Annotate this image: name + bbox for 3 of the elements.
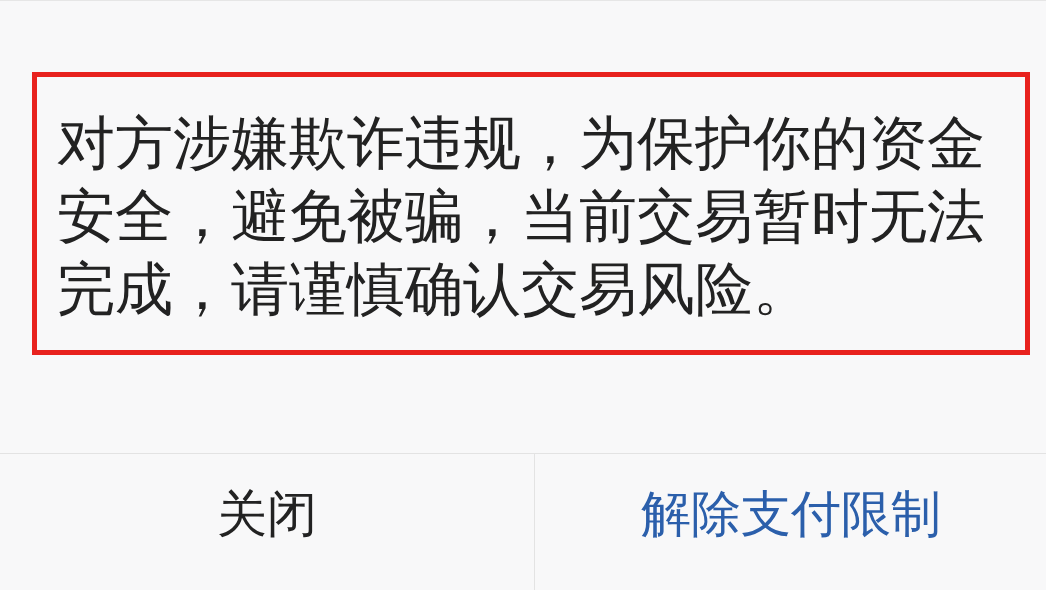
close-button[interactable]: 关闭	[0, 454, 535, 590]
warning-message: 对方涉嫌欺诈违规，为保护你的资金安全，避免被骗，当前交易暂时无法完成，请谨慎确认交易风险。	[57, 108, 986, 325]
unlock-button[interactable]: 解除支付限制	[535, 454, 1046, 590]
